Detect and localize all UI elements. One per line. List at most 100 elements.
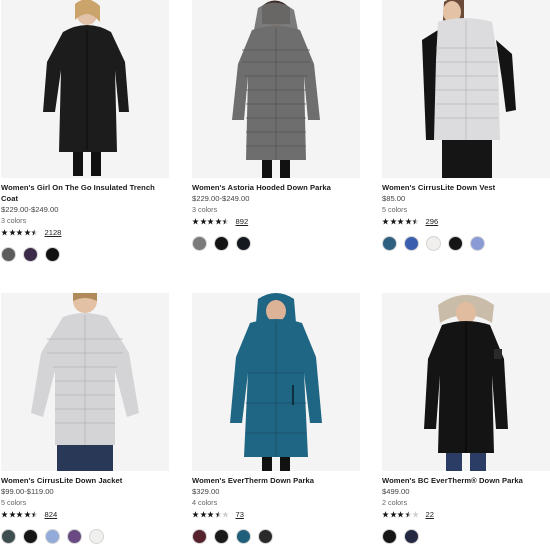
product-name[interactable]: Women's CirrusLite Down Vest bbox=[382, 182, 550, 193]
product-color-count: 5 colors bbox=[382, 205, 408, 214]
product-price: $229.00-$249.00 bbox=[192, 194, 250, 203]
color-swatch[interactable] bbox=[192, 529, 207, 544]
product-name[interactable]: Women's EverTherm Down Parka bbox=[192, 475, 362, 486]
product-image[interactable] bbox=[382, 293, 550, 471]
star-icon bbox=[214, 218, 222, 225]
color-swatch[interactable] bbox=[45, 529, 60, 544]
star-rating bbox=[382, 511, 420, 518]
color-swatch[interactable] bbox=[214, 529, 229, 544]
product-image[interactable] bbox=[1, 293, 169, 471]
star-icon bbox=[199, 511, 207, 518]
product-price: $85.00 bbox=[382, 194, 406, 203]
star-icon bbox=[389, 218, 397, 225]
star-icon bbox=[207, 511, 214, 518]
color-swatch[interactable] bbox=[214, 236, 229, 251]
star-icon bbox=[412, 511, 419, 518]
product-grid: Women's Girl On The Go Insulated Trench … bbox=[0, 0, 550, 552]
product-image[interactable] bbox=[192, 293, 360, 471]
star-icon bbox=[8, 229, 16, 236]
product-color-count: 2 colors bbox=[382, 498, 408, 507]
review-count-link[interactable]: 2128 bbox=[45, 228, 62, 237]
color-swatch[interactable] bbox=[1, 247, 16, 262]
star-icon bbox=[397, 218, 404, 225]
star-icon bbox=[214, 511, 222, 518]
color-swatch[interactable] bbox=[67, 529, 82, 544]
product-image[interactable] bbox=[192, 0, 360, 178]
review-count-link[interactable]: 824 bbox=[45, 510, 58, 519]
color-swatch[interactable] bbox=[89, 529, 104, 544]
star-icon bbox=[397, 511, 404, 518]
color-swatch[interactable] bbox=[382, 236, 397, 251]
star-icon bbox=[31, 511, 38, 518]
color-swatch[interactable] bbox=[236, 236, 251, 251]
color-swatches bbox=[382, 529, 550, 544]
star-icon bbox=[1, 511, 8, 518]
color-swatch[interactable] bbox=[1, 529, 16, 544]
review-count-link[interactable]: 73 bbox=[236, 510, 244, 519]
star-icon bbox=[8, 511, 16, 518]
product-image[interactable] bbox=[382, 0, 550, 178]
star-icon bbox=[382, 218, 389, 225]
product-color-count: 3 colors bbox=[192, 205, 218, 214]
review-count-link[interactable]: 892 bbox=[236, 217, 249, 226]
color-swatch[interactable] bbox=[426, 236, 441, 251]
star-rating bbox=[192, 511, 230, 518]
star-icon bbox=[199, 218, 207, 225]
star-icon bbox=[382, 511, 389, 518]
star-icon bbox=[23, 511, 31, 518]
color-swatch[interactable] bbox=[448, 236, 463, 251]
product-card[interactable]: Women's CirrusLite Down Vest $85.00 5 co… bbox=[382, 0, 550, 251]
product-price: $329.00 bbox=[192, 487, 220, 496]
product-card[interactable]: Women's Astoria Hooded Down Parka $229.0… bbox=[192, 0, 362, 251]
color-swatch[interactable] bbox=[382, 529, 397, 544]
review-count-link[interactable]: 22 bbox=[426, 510, 434, 519]
color-swatch[interactable] bbox=[470, 236, 485, 251]
star-icon bbox=[16, 511, 23, 518]
product-price: $99.00-$119.00 bbox=[1, 487, 54, 496]
star-icon bbox=[31, 229, 38, 236]
product-image[interactable] bbox=[1, 0, 169, 178]
color-swatches bbox=[192, 236, 362, 251]
product-price: $499.00 bbox=[382, 487, 410, 496]
product-color-count: 3 colors bbox=[1, 216, 27, 225]
color-swatches bbox=[192, 529, 362, 544]
color-swatches bbox=[382, 236, 550, 251]
star-icon bbox=[222, 218, 229, 225]
color-swatches bbox=[1, 529, 171, 544]
color-swatch[interactable] bbox=[45, 247, 60, 262]
product-name[interactable]: Women's Girl On The Go Insulated Trench … bbox=[1, 182, 171, 204]
product-price: $229.00-$249.00 bbox=[1, 205, 59, 214]
product-color-count: 4 colors bbox=[192, 498, 218, 507]
color-swatch[interactable] bbox=[236, 529, 251, 544]
star-icon bbox=[16, 229, 23, 236]
product-name[interactable]: Women's CirrusLite Down Jacket bbox=[1, 475, 171, 486]
color-swatch[interactable] bbox=[23, 529, 38, 544]
star-icon bbox=[192, 511, 199, 518]
color-swatch[interactable] bbox=[404, 236, 419, 251]
color-swatch[interactable] bbox=[23, 247, 38, 262]
star-icon bbox=[192, 218, 199, 225]
color-swatch[interactable] bbox=[258, 529, 273, 544]
star-icon bbox=[389, 511, 397, 518]
color-swatch[interactable] bbox=[404, 529, 419, 544]
star-rating bbox=[192, 218, 230, 225]
star-rating bbox=[382, 218, 420, 225]
star-icon bbox=[222, 511, 229, 518]
star-icon bbox=[404, 511, 412, 518]
product-name[interactable]: Women's BC EverTherm® Down Parka bbox=[382, 475, 550, 486]
color-swatch[interactable] bbox=[192, 236, 207, 251]
star-icon bbox=[23, 229, 31, 236]
product-card[interactable]: Women's BC EverTherm® Down Parka $499.00… bbox=[382, 293, 550, 544]
color-swatches bbox=[1, 247, 171, 262]
star-icon bbox=[404, 218, 412, 225]
product-card[interactable]: Women's EverTherm Down Parka $329.00 4 c… bbox=[192, 293, 362, 544]
star-icon bbox=[1, 229, 8, 236]
star-rating bbox=[1, 511, 39, 518]
star-rating bbox=[1, 229, 39, 236]
star-icon bbox=[207, 218, 214, 225]
product-name[interactable]: Women's Astoria Hooded Down Parka bbox=[192, 182, 362, 193]
star-icon bbox=[412, 218, 419, 225]
product-card[interactable]: Women's Girl On The Go Insulated Trench … bbox=[1, 0, 171, 262]
review-count-link[interactable]: 296 bbox=[426, 217, 439, 226]
product-card[interactable]: Women's CirrusLite Down Jacket $99.00-$1… bbox=[1, 293, 171, 544]
